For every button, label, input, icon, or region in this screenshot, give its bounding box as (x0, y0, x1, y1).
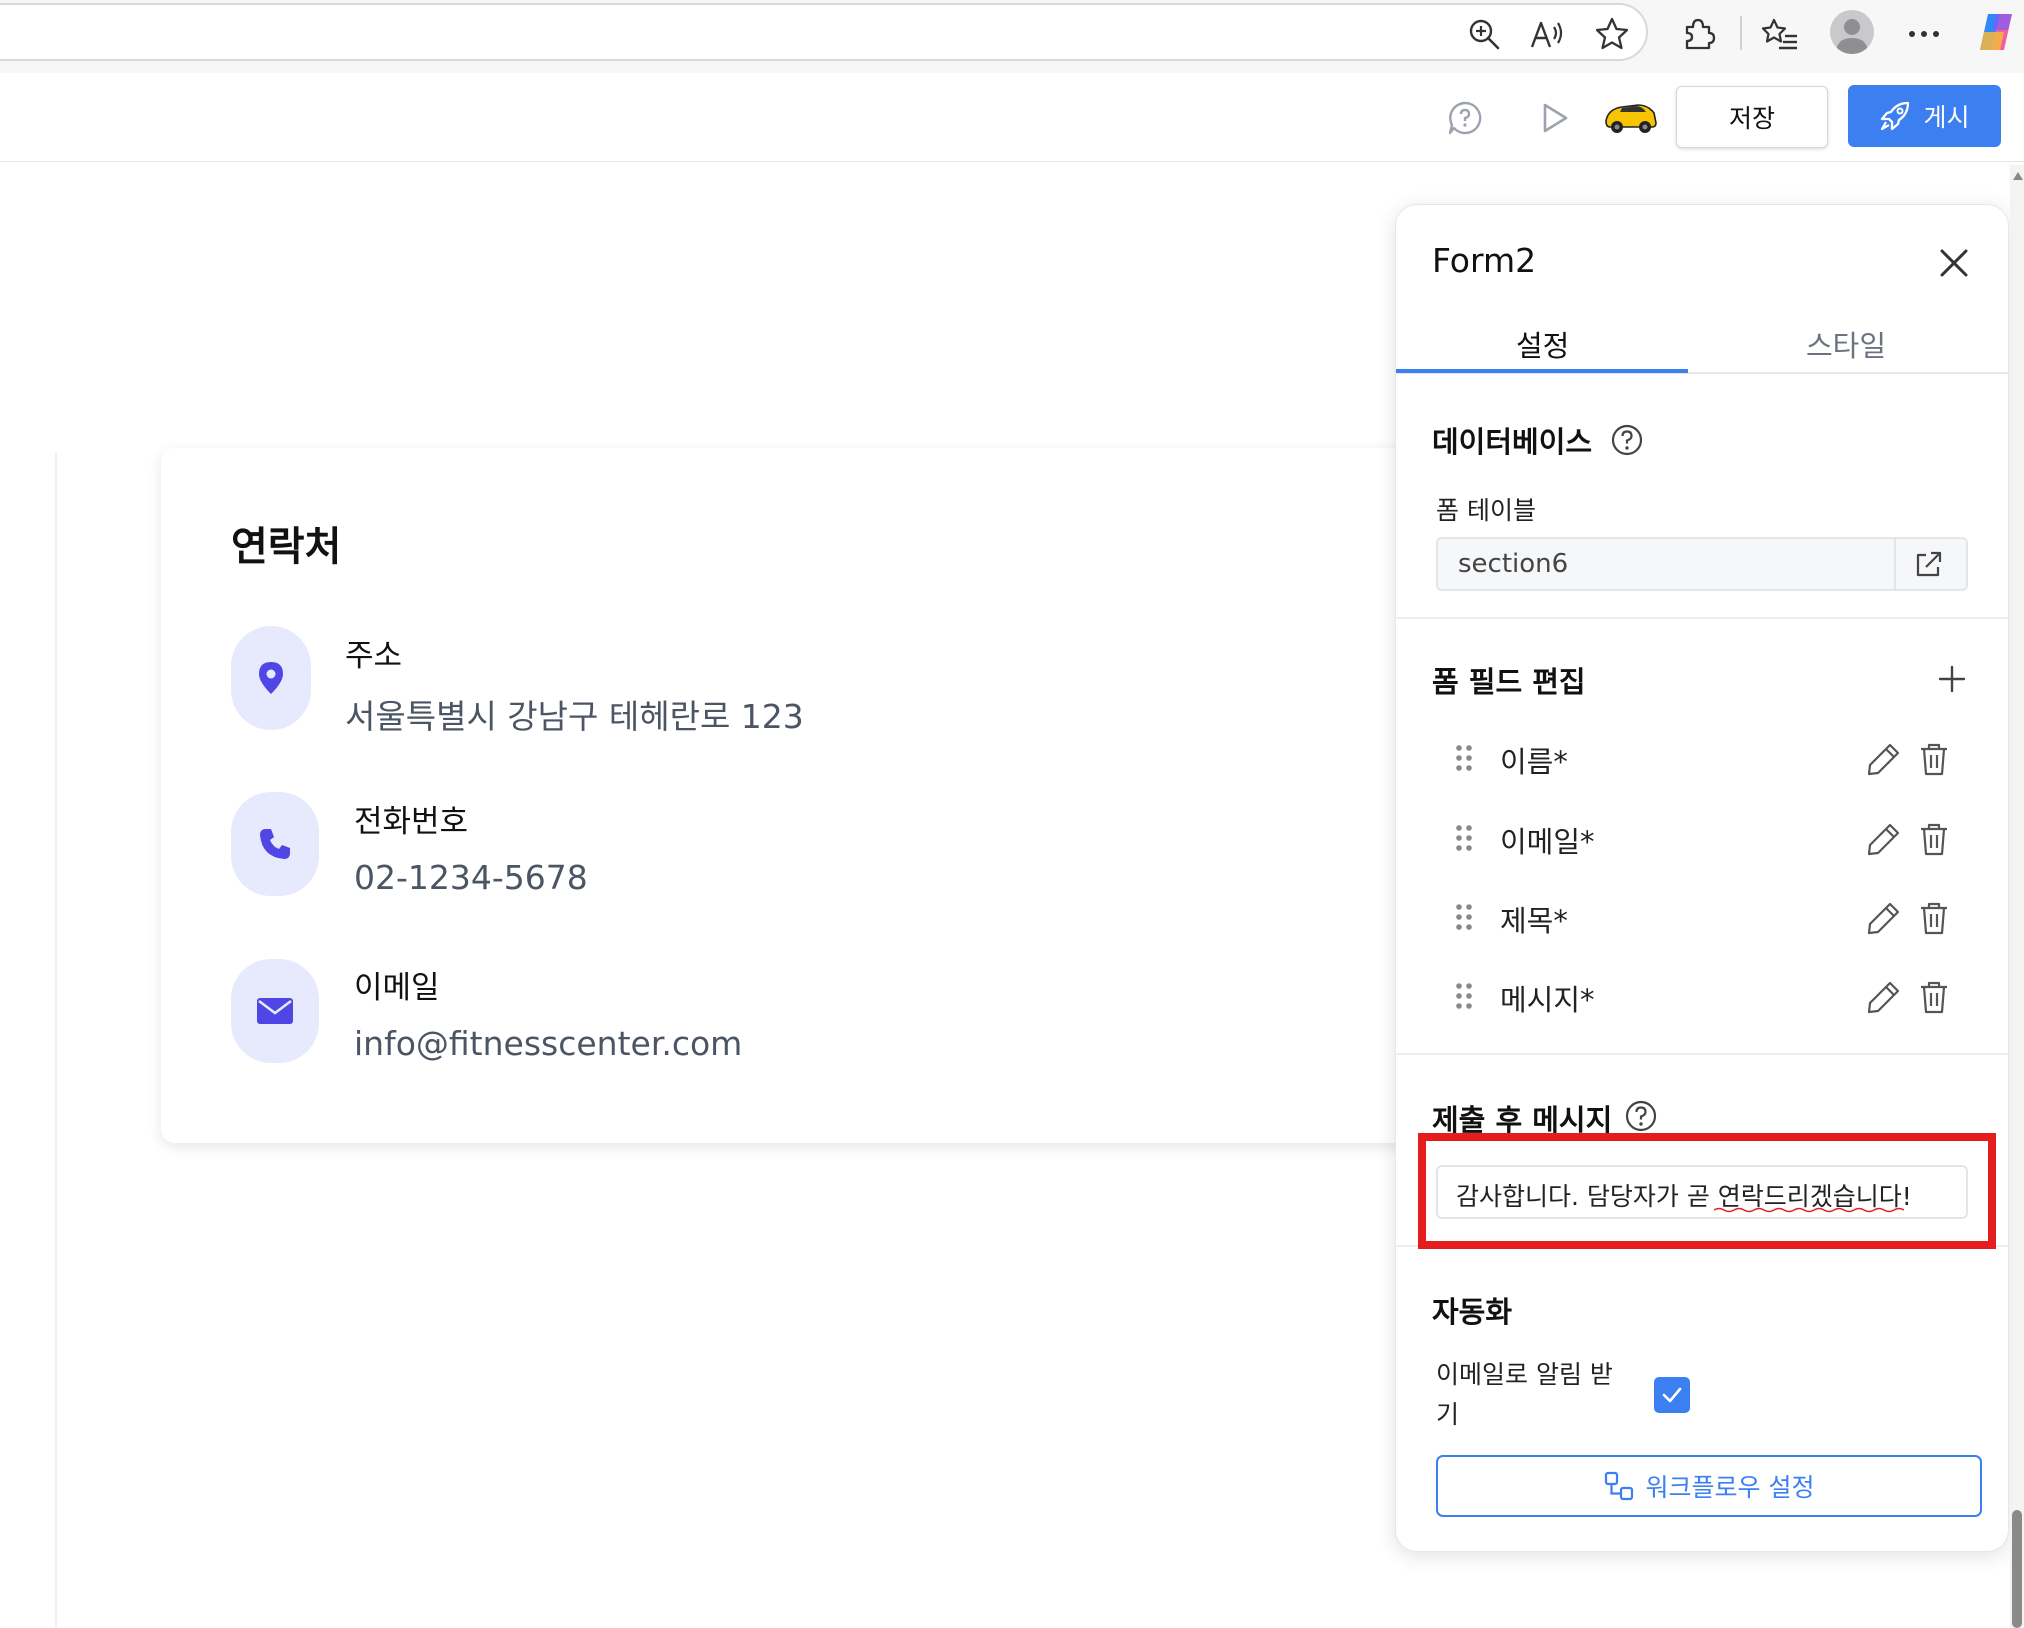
add-field-icon[interactable] (1936, 663, 1968, 695)
external-link-icon[interactable] (1912, 549, 1944, 581)
delete-trash-icon[interactable] (1918, 979, 1950, 1015)
address-label: 주소 (345, 638, 403, 674)
delete-trash-icon[interactable] (1918, 900, 1950, 936)
email-value: info@fitnesscenter.com (354, 1024, 743, 1063)
submit-message-help-icon[interactable] (1624, 1099, 1658, 1133)
favorites-list-icon[interactable] (1758, 12, 1802, 56)
email-label: 이메일 (354, 970, 440, 1006)
contact-card[interactable]: 연락처 주소 서울특별시 강남구 테헤란로 123 전화번호 02-1234-5… (161, 448, 1461, 1143)
form-field-row[interactable]: 메시지* (1396, 967, 2008, 1027)
form-field-label: 이메일* (1500, 825, 1595, 859)
read-aloud-icon[interactable] (1526, 12, 1570, 56)
location-pin-icon (231, 626, 311, 730)
rocket-icon (1879, 100, 1911, 132)
contact-title: 연락처 (231, 524, 342, 570)
more-menu-icon[interactable] (1902, 12, 1946, 56)
edit-pencil-icon[interactable] (1866, 821, 1902, 857)
scroll-up-arrow[interactable] (2013, 172, 2023, 180)
preview-play-icon[interactable] (1534, 97, 1576, 139)
publish-label: 게시 (1923, 103, 1970, 132)
drag-handle-icon[interactable] (1454, 902, 1474, 932)
check-icon (1662, 1387, 1682, 1403)
delete-trash-icon[interactable] (1918, 741, 1950, 777)
feedback-icon[interactable] (1444, 97, 1486, 139)
publish-button[interactable]: 게시 (1848, 85, 2001, 147)
close-icon[interactable] (1934, 243, 1974, 283)
form-field-row[interactable]: 이름* (1396, 729, 2008, 789)
section-divider (1396, 617, 2008, 619)
phone-value: 02-1234-5678 (354, 858, 588, 897)
form-table-label: 폼 테이블 (1436, 496, 1536, 525)
form-fields-section-title: 폼 필드 편집 (1432, 665, 1586, 699)
mail-icon (231, 959, 319, 1063)
browser-toolbar (0, 0, 2024, 73)
page-scrollbar[interactable] (2010, 165, 2024, 1628)
edit-pencil-icon[interactable] (1866, 741, 1902, 777)
automation-section-title: 자동화 (1432, 1295, 1513, 1329)
form-field-row[interactable]: 제목* (1396, 888, 2008, 948)
phone-icon (231, 792, 319, 896)
drag-handle-icon[interactable] (1454, 743, 1474, 773)
editor-toolbar: 저장 게시 (0, 73, 2024, 162)
address-value: 서울특별시 강남구 테헤란로 123 (345, 697, 804, 736)
drag-handle-icon[interactable] (1454, 981, 1474, 1011)
phone-label: 전화번호 (354, 804, 469, 840)
copilot-icon[interactable] (1974, 10, 2018, 54)
form-settings-panel: Form2 설정 스타일 데이터베이스 폼 테이블 section6 폼 필드 … (1395, 204, 2009, 1552)
form-table-value: section6 (1458, 549, 1569, 579)
form-field-row[interactable]: 이메일* (1396, 809, 2008, 869)
tab-settings[interactable]: 설정 (1516, 323, 1569, 365)
highlight-box (1418, 1133, 1996, 1249)
profile-avatar[interactable] (1830, 10, 1874, 54)
extensions-icon[interactable] (1676, 12, 1720, 56)
email-notify-label: 이메일로 알림 받기 (1436, 1360, 1613, 1429)
edit-pencil-icon[interactable] (1866, 979, 1902, 1015)
zoom-icon[interactable] (1462, 12, 1506, 56)
form-field-label: 이름* (1500, 745, 1568, 779)
favorite-star-icon[interactable] (1590, 12, 1634, 56)
drag-handle-icon[interactable] (1454, 823, 1474, 853)
workflow-settings-button[interactable]: 워크플로우 설정 (1436, 1455, 1982, 1517)
form-field-label: 메시지* (1500, 983, 1595, 1017)
database-section-title: 데이터베이스 (1432, 425, 1593, 459)
section-divider (1396, 1053, 2008, 1055)
active-tab-indicator (1396, 369, 1688, 373)
edit-pencil-icon[interactable] (1866, 900, 1902, 936)
delete-trash-icon[interactable] (1918, 821, 1950, 857)
canvas-guide-line (55, 452, 57, 1628)
form-field-label: 제목* (1500, 904, 1568, 938)
email-notify-checkbox[interactable] (1654, 1377, 1690, 1413)
scroll-thumb[interactable] (2012, 1510, 2022, 1628)
database-help-icon[interactable] (1610, 423, 1644, 457)
toolbar-separator (1740, 16, 1742, 50)
workflow-settings-label: 워크플로우 설정 (1645, 1473, 1815, 1502)
workflow-icon (1604, 1471, 1634, 1501)
tab-style[interactable]: 스타일 (1806, 323, 1886, 365)
address-bar[interactable] (0, 3, 1648, 61)
form-table-field[interactable]: section6 (1436, 537, 1968, 591)
save-button[interactable]: 저장 (1676, 86, 1828, 148)
user-avatar-car[interactable] (1602, 93, 1658, 137)
panel-title: Form2 (1432, 241, 1537, 280)
